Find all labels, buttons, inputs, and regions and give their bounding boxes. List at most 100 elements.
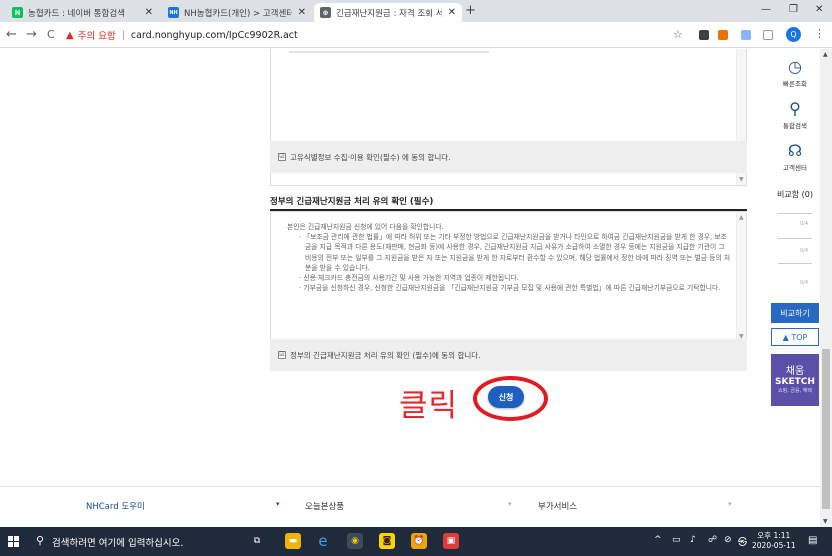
quick-menu-fast-lookup[interactable]: ◷ 빠른조회 bbox=[771, 52, 819, 94]
quick-menu-label: 빠른조회 bbox=[783, 80, 807, 88]
extension-icon[interactable] bbox=[699, 30, 709, 40]
url-text[interactable]: card.nonghyup.com/IpCc9902R.act bbox=[131, 30, 298, 41]
compare-slot-label: 0/4 bbox=[800, 221, 809, 227]
url-omnibox[interactable]: ▲ 주의 요함 | card.nonghyup.com/IpCc9902R.ac… bbox=[66, 25, 696, 45]
tab-close-icon[interactable]: ✕ bbox=[448, 7, 456, 18]
extension-icon[interactable] bbox=[763, 30, 773, 40]
search-icon: ⚲ bbox=[789, 99, 801, 118]
quick-menu-label: 고객센터 bbox=[783, 164, 807, 172]
compare-slot-label: 0/4 bbox=[800, 248, 809, 254]
notice-item: · 신용·체크카드 충전금의 사용기간 및 사용 가능한 지역과 업종이 제한됩… bbox=[299, 274, 519, 283]
chrome-icon[interactable]: ◉ bbox=[347, 533, 363, 549]
tray-chevron-icon[interactable]: ^ bbox=[654, 535, 662, 545]
notice-item: · 「보조금 관리에 관한 법률」에 따라 허위 또는 기타 부정한 방법으로 … bbox=[299, 233, 731, 272]
edge-icon[interactable]: e bbox=[315, 532, 331, 550]
quick-menu: ◷ 빠른조회 ⚲ 통합검색 ☊ 고객센터 bbox=[771, 52, 819, 178]
scroll-up-icon[interactable]: ▲ bbox=[739, 214, 744, 221]
notice-consent-row[interactable]: ☑ 정부의 긴급재난지원금 처리 유의 확인 (필수)에 동의 합니다. bbox=[270, 339, 747, 371]
security-warning[interactable]: 주의 요함 bbox=[78, 28, 116, 42]
scroll-down-icon[interactable]: ▼ bbox=[739, 176, 744, 183]
notice-intro: 본인은 긴급재난지원금 신청에 있어 다음을 확인합니다. bbox=[287, 223, 444, 231]
quick-menu-search[interactable]: ⚲ 통합검색 bbox=[771, 94, 819, 136]
volume-icon[interactable]: ♪ bbox=[690, 535, 696, 545]
ime-icon[interactable]: ㉿ bbox=[738, 535, 747, 548]
scroll-up-icon[interactable]: ▲ bbox=[823, 51, 828, 58]
footer-additional-services[interactable]: 부가서비스 bbox=[538, 500, 577, 512]
chevron-down-icon[interactable]: ▾ bbox=[508, 500, 512, 508]
extension-icon[interactable] bbox=[718, 30, 728, 40]
back-to-top-button[interactable]: ▲ TOP bbox=[771, 328, 819, 346]
tab-disaster-relief[interactable]: ⊕ 긴급재난지원금 : 자격 조회 서비 ✕ bbox=[314, 3, 462, 22]
minimize-icon[interactable]: — bbox=[761, 4, 771, 15]
terms-text-fragment bbox=[289, 51, 489, 53]
new-tab-button[interactable]: + bbox=[465, 3, 476, 18]
notice-consent-checkbox[interactable]: ☑ bbox=[278, 351, 286, 359]
browser-menu-icon[interactable]: ⋮ bbox=[814, 27, 825, 40]
omnibox-separator: | bbox=[121, 29, 125, 41]
tab-close-icon[interactable]: ✕ bbox=[145, 7, 153, 18]
forward-arrow-icon[interactable]: → bbox=[26, 27, 37, 42]
notification-icon[interactable]: ▤ bbox=[808, 535, 817, 546]
windows-start-icon[interactable] bbox=[8, 536, 20, 548]
chevron-down-icon[interactable]: ▾ bbox=[728, 500, 732, 508]
profile-avatar[interactable]: Q bbox=[786, 27, 801, 42]
naver-favicon-icon: N bbox=[12, 7, 23, 18]
taskbar-clock[interactable]: 오후 1:11 2020-05-11 bbox=[752, 531, 796, 551]
battery-icon[interactable]: ▭ bbox=[672, 535, 681, 545]
page-scrollbar[interactable]: ▲ ▼ bbox=[820, 49, 832, 527]
address-bar-row: ← → C ▲ 주의 요함 | card.nonghyup.com/IpCc99… bbox=[0, 22, 832, 48]
tab-nh-card[interactable]: NH NH농협카드(개인) > 고객센터 > ✕ bbox=[162, 3, 312, 22]
compare-slot bbox=[778, 238, 812, 239]
chevron-down-icon[interactable]: ▾ bbox=[276, 500, 280, 508]
compare-slot bbox=[778, 213, 812, 214]
footer-recent-products[interactable]: 오늘본상품 bbox=[305, 500, 344, 512]
task-view-icon[interactable]: ⧉ bbox=[249, 533, 265, 549]
compare-slot-label: 0/4 bbox=[800, 280, 809, 286]
reload-icon[interactable]: C bbox=[47, 28, 55, 41]
privacy-consent-checkbox[interactable]: ☑ bbox=[278, 153, 286, 161]
extension-icon[interactable] bbox=[741, 30, 751, 40]
banner-caption: 쇼핑, 금융, 혜택 bbox=[778, 388, 812, 394]
search-icon[interactable]: ⚲ bbox=[36, 534, 44, 547]
tab-naver-search[interactable]: N 농협카드 : 네이버 통합검색 ✕ bbox=[6, 3, 159, 22]
kakaotalk-icon[interactable]: ◙ bbox=[379, 533, 395, 549]
quick-menu-label: 통합검색 bbox=[783, 122, 807, 130]
apply-button[interactable]: 신청 bbox=[488, 386, 524, 408]
browser-tab-bar: N 농협카드 : 네이버 통합검색 ✕ NH NH농협카드(개인) > 고객센터… bbox=[0, 0, 832, 22]
site-footer: NHCard 도우미 ▾ 오늘본상품 ▾ 부가서비스 ▾ bbox=[0, 486, 820, 527]
notice-section-title: 정부의 긴급재난지원금 처리 유의 확인 (필수) bbox=[270, 197, 434, 207]
chaeum-sketch-banner[interactable]: 채움 SKETCH 쇼핑, 금융, 혜택 bbox=[771, 354, 819, 406]
maximize-icon[interactable]: ❐ bbox=[789, 4, 798, 15]
close-window-icon[interactable]: ✕ bbox=[815, 4, 823, 15]
privacy-consent-row[interactable]: ☑ 고유식별정보 수집·이용 확인(필수) 에 동의 합니다. bbox=[270, 141, 747, 173]
network-icon[interactable]: ☍ bbox=[708, 535, 717, 545]
clock-icon: ◷ bbox=[788, 57, 802, 76]
back-arrow-icon[interactable]: ← bbox=[6, 27, 17, 42]
page-scrollbar-thumb[interactable] bbox=[822, 349, 830, 509]
clock-time: 오후 1:11 bbox=[757, 531, 791, 540]
file-explorer-icon[interactable]: ▬ bbox=[285, 533, 301, 549]
alarm-icon[interactable]: ⏰ bbox=[411, 533, 427, 549]
quick-menu-customer-center[interactable]: ☊ 고객센터 bbox=[771, 136, 819, 178]
notice-item: · 기부금을 신청하신 경우, 신청한 긴급재난지원금을 「긴급재난지원금 기부… bbox=[299, 284, 721, 293]
compare-slot bbox=[778, 263, 812, 264]
windows-taskbar: ⚲ 검색하려면 여기에 입력하십시오. ⧉ ▬ e ◉ ◙ ⏰ ▣ ^ ▭ ♪ … bbox=[0, 527, 832, 556]
tab-title: 농협카드 : 네이버 통합검색 bbox=[28, 8, 125, 19]
tab-close-icon[interactable]: ✕ bbox=[298, 7, 306, 18]
banner-subtitle: SKETCH bbox=[775, 377, 815, 387]
scroll-down-icon[interactable]: ▼ bbox=[823, 518, 828, 525]
notice-text: 본인은 긴급재난지원금 신청에 있어 다음을 확인합니다. · 「보조금 관리에… bbox=[287, 222, 732, 293]
tray-app-icon[interactable]: ⊘ bbox=[724, 535, 732, 545]
app-icon[interactable]: ▣ bbox=[443, 533, 459, 549]
taskbar-search-box[interactable]: 검색하려면 여기에 입력하십시오. bbox=[52, 535, 183, 549]
notice-scrollbar[interactable]: ▲ ▼ bbox=[736, 212, 746, 342]
compare-button[interactable]: 비교하기 bbox=[771, 303, 819, 323]
tab-title: 긴급재난지원금 : 자격 조회 서비 bbox=[336, 8, 442, 19]
notice-consent-label: 정부의 긴급재난지원금 처리 유의 확인 (필수)에 동의 합니다. bbox=[290, 350, 481, 360]
footer-nhcard-helper[interactable]: NHCard 도우미 bbox=[86, 500, 145, 512]
notice-terms-box[interactable]: 본인은 긴급재난지원금 신청에 있어 다음을 확인합니다. · 「보조금 관리에… bbox=[270, 211, 747, 343]
page-content: ▼ ☑ 고유식별정보 수집·이용 확인(필수) 에 동의 합니다. 정부의 긴급… bbox=[0, 49, 820, 527]
globe-favicon-icon: ⊕ bbox=[320, 7, 331, 18]
bookmark-star-icon[interactable]: ☆ bbox=[673, 28, 683, 41]
tab-title: NH농협카드(개인) > 고객센터 > bbox=[184, 8, 292, 19]
